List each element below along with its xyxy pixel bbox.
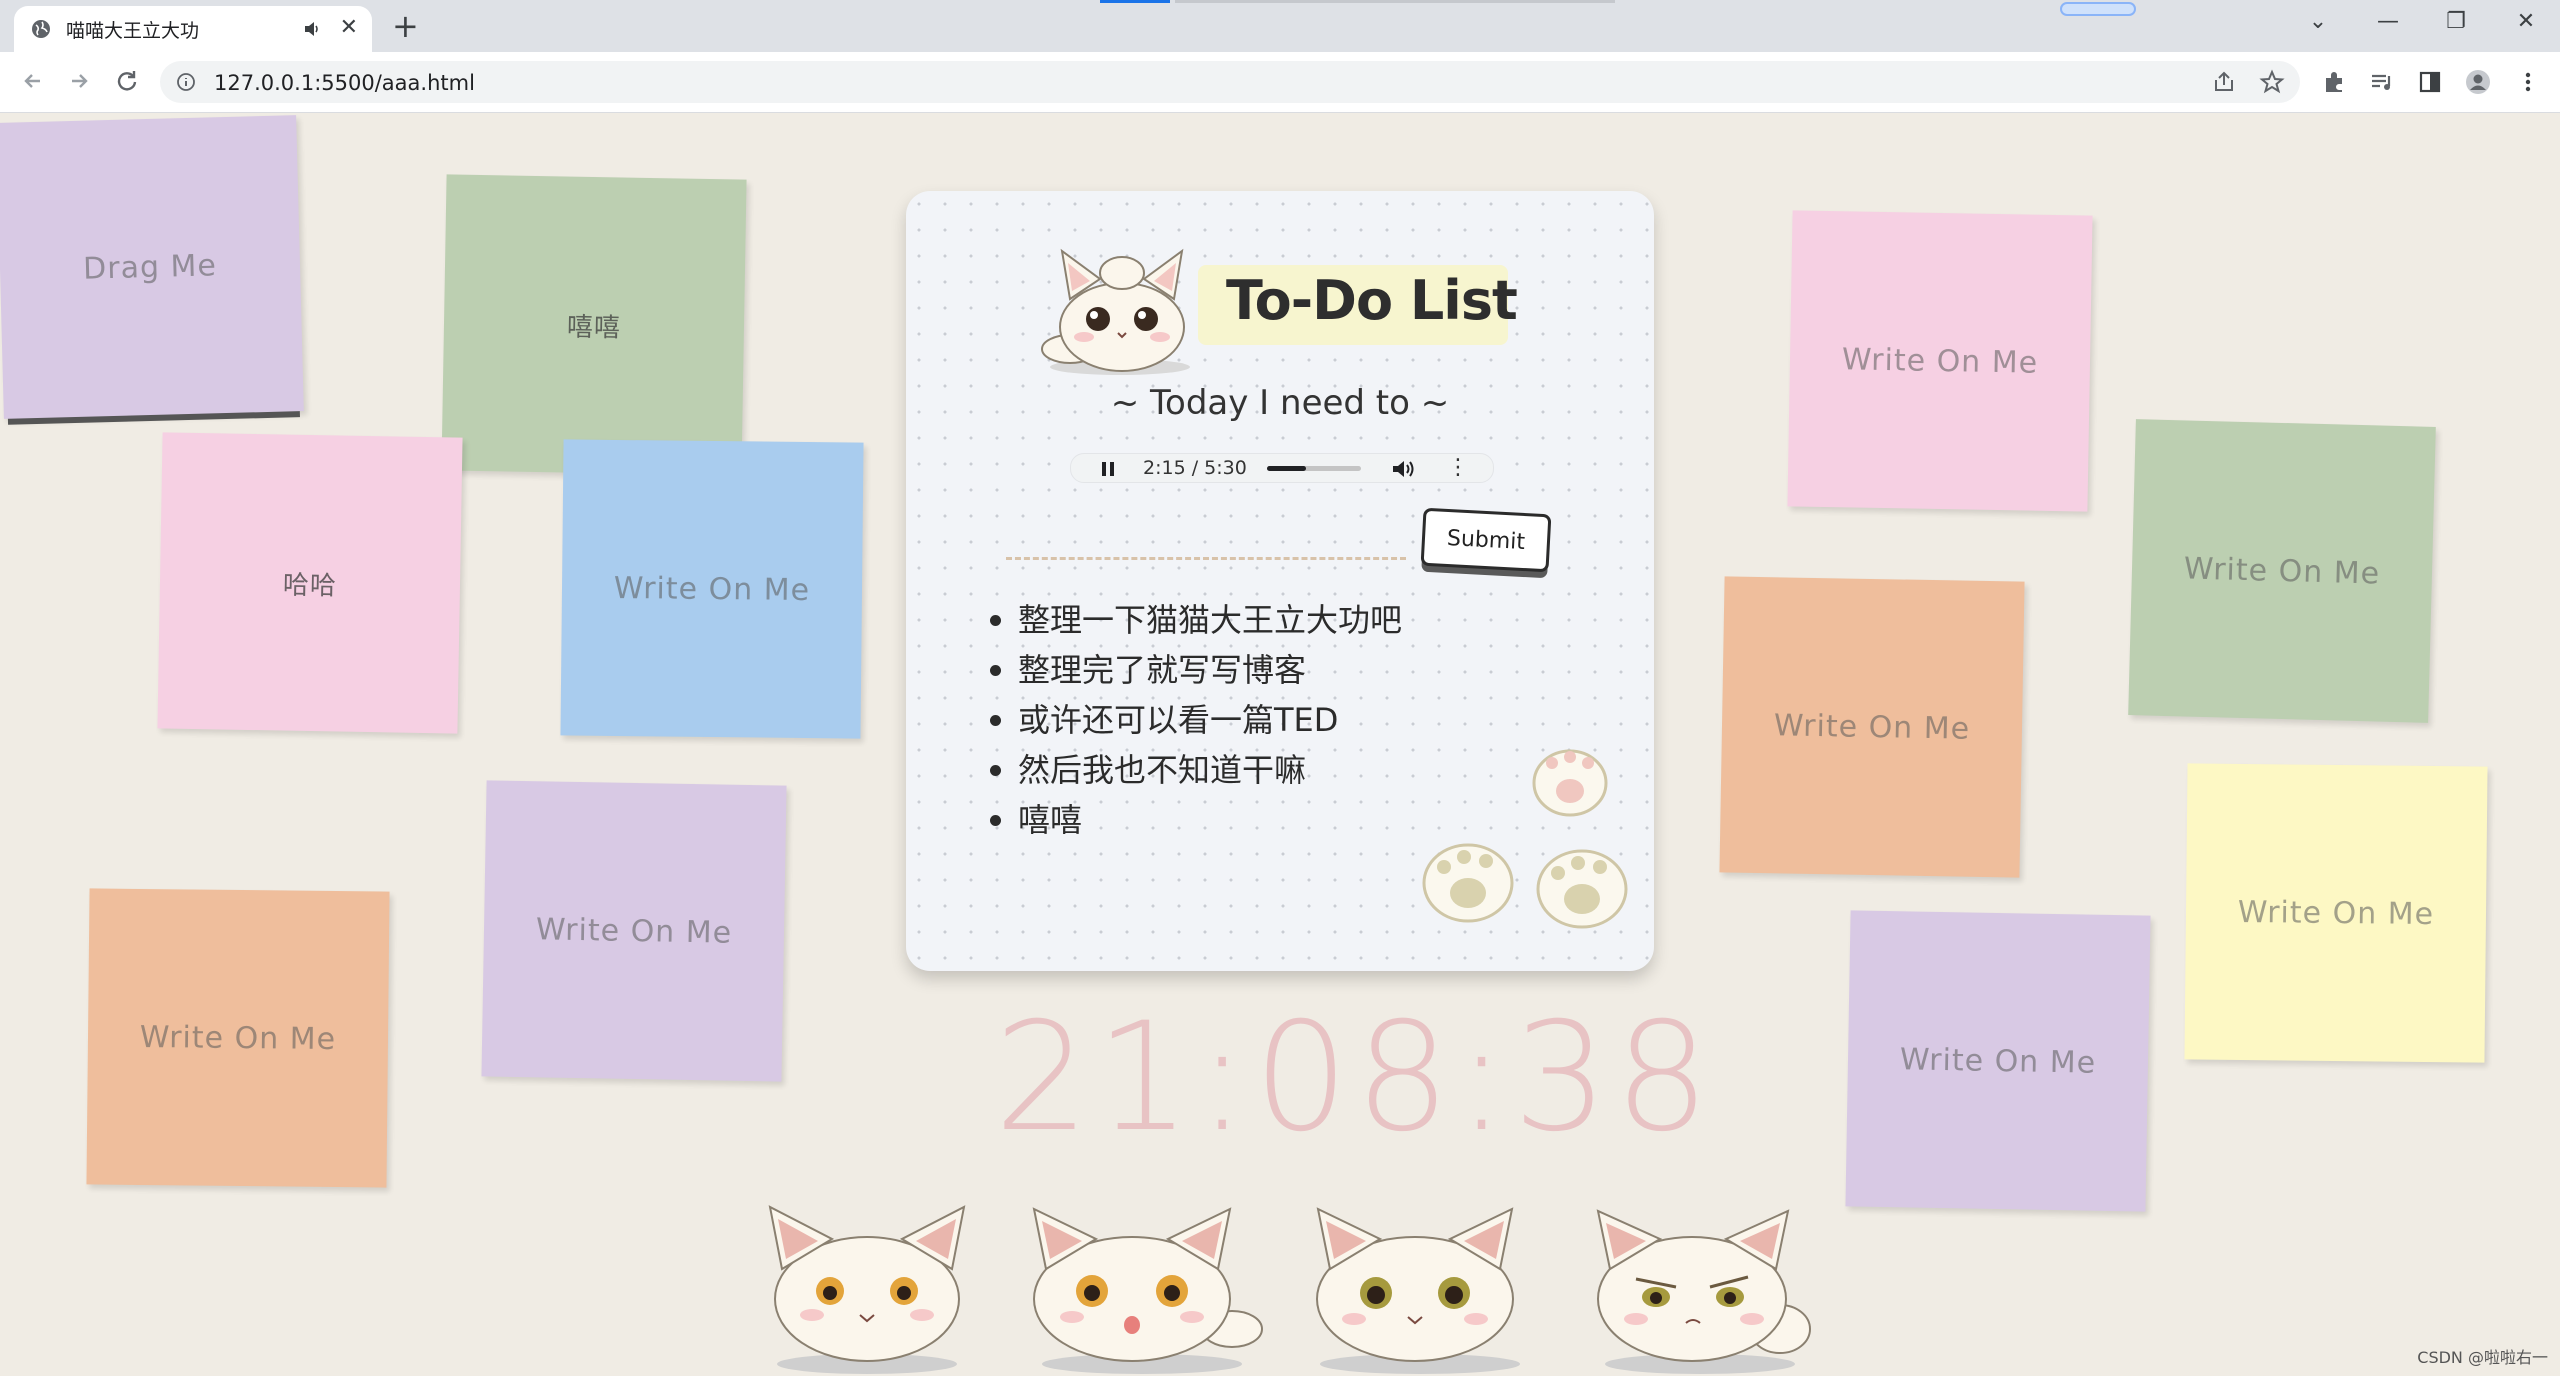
todo-item[interactable]: 整理完了就写写博客 — [984, 645, 1402, 695]
submit-button[interactable]: Submit — [1420, 507, 1552, 573]
back-icon[interactable] — [18, 66, 48, 96]
url-text[interactable]: 127.0.0.1:5500/aaa.html — [214, 71, 475, 95]
cat-icon — [1316, 1207, 1520, 1374]
sticky-note[interactable]: Write On Me — [2128, 419, 2436, 723]
sticky-note[interactable]: Write On Me — [560, 439, 864, 739]
forward-icon[interactable] — [64, 66, 94, 96]
audio-progress-bar[interactable] — [1267, 466, 1361, 471]
profile-icon[interactable] — [2464, 68, 2492, 96]
cat-icon — [1596, 1209, 1811, 1374]
todo-subtitle: ~ Today I need to ~ — [1110, 383, 1450, 423]
page-content: Drag Me 嘻嘻 哈哈 Write On Me Write On Me Wr… — [0, 113, 2560, 1376]
sticky-note[interactable]: 哈哈 — [157, 432, 463, 734]
volume-icon[interactable] — [1391, 458, 1417, 480]
paw-icon — [1422, 749, 1628, 929]
todo-item[interactable]: 然后我也不知道干嘛 — [984, 745, 1402, 795]
restore-button[interactable]: ❐ — [2436, 6, 2476, 38]
share-icon[interactable] — [2210, 68, 2238, 96]
info-icon[interactable] — [176, 72, 196, 92]
sticky-note[interactable]: Write On Me — [2184, 763, 2488, 1063]
digital-clock: 21:08:38 — [994, 991, 1716, 1165]
todo-item[interactable]: 整理一下猫猫大王立大功吧 — [984, 595, 1402, 645]
sticky-note[interactable]: Write On Me — [1787, 210, 2093, 512]
tab-close-icon[interactable]: ✕ — [340, 17, 358, 39]
globe-icon — [32, 20, 50, 38]
tab-strip-indicator — [1100, 0, 1170, 3]
sticky-note-drag-me[interactable]: Drag Me — [0, 115, 304, 419]
sticky-note[interactable]: 嘻嘻 — [441, 174, 747, 476]
todo-item[interactable]: 嘻嘻 — [984, 795, 1402, 845]
sticky-note[interactable]: Write On Me — [481, 780, 787, 1082]
pause-icon[interactable] — [1101, 461, 1115, 477]
menu-icon[interactable] — [2514, 68, 2542, 96]
close-window-button[interactable]: ✕ — [2506, 6, 2546, 38]
more-options-icon[interactable]: ⋮ — [1447, 454, 1469, 482]
watermark: CSDN @啦啦右一 — [2417, 1348, 2548, 1367]
tab-search-icon[interactable]: ⌄ — [2298, 6, 2338, 38]
browser-tab-strip: 喵喵大王立大功 ✕ + ⌄ — ❐ ✕ — [0, 0, 2560, 52]
cat-icon — [768, 1205, 966, 1374]
sidepanel-icon[interactable] — [2416, 68, 2444, 96]
tab-title: 喵喵大王立大功 — [66, 19, 200, 42]
tab-strip-divider — [1175, 0, 1615, 3]
todo-list: 整理一下猫猫大王立大功吧 整理完了就写写博客 或许还可以看一篇TED 然后我也不… — [984, 595, 1402, 845]
speaker-icon[interactable] — [302, 19, 322, 39]
todo-title: To-Do List — [1226, 269, 1518, 332]
browser-toolbar: 127.0.0.1:5500/aaa.html — [0, 52, 2560, 113]
input-line[interactable] — [1006, 557, 1406, 560]
extensions-icon[interactable] — [2320, 68, 2348, 96]
minimize-button[interactable]: — — [2368, 6, 2408, 38]
media-icon[interactable] — [2368, 68, 2396, 96]
sticky-note[interactable]: Write On Me — [86, 888, 390, 1188]
reload-icon[interactable] — [112, 66, 142, 96]
star-icon[interactable] — [2258, 68, 2286, 96]
new-tab-button[interactable]: + — [392, 8, 419, 44]
todo-item[interactable]: 或许还可以看一篇TED — [984, 695, 1402, 745]
cat-icon — [1032, 1207, 1263, 1374]
sticky-note[interactable]: Write On Me — [1845, 910, 2151, 1212]
sticky-note[interactable]: Write On Me — [1719, 576, 2025, 878]
audio-player[interactable]: 2:15 / 5:30 ⋮ — [1070, 453, 1494, 483]
todo-card: To-Do List ~ Today I need to ~ 2:15 / 5:… — [906, 191, 1654, 971]
browser-tab[interactable]: 喵喵大王立大功 ✕ — [14, 6, 372, 52]
audio-time: 2:15 / 5:30 — [1143, 457, 1247, 479]
address-bar[interactable]: 127.0.0.1:5500/aaa.html — [160, 61, 2300, 103]
tab-scroll-indicator — [2060, 2, 2136, 16]
audio-progress-fill — [1267, 466, 1306, 471]
cat-icon — [1041, 248, 1190, 375]
